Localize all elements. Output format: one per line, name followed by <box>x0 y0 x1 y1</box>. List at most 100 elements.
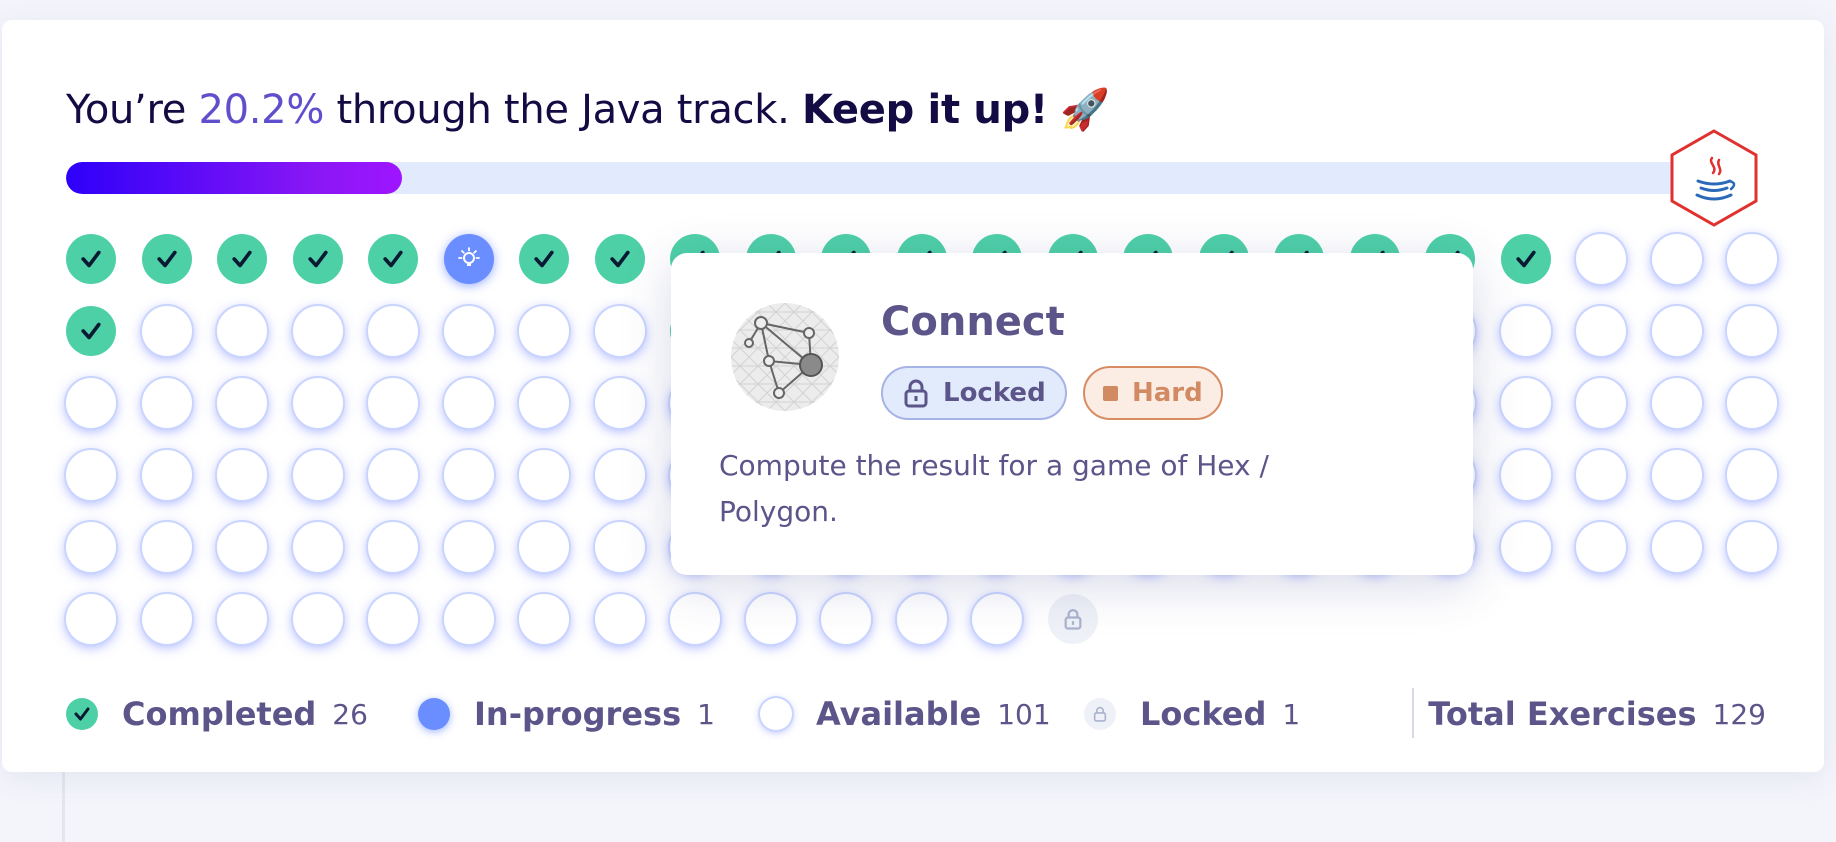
exercise-dot-available[interactable] <box>594 378 645 428</box>
exercise-dot-available[interactable] <box>519 378 569 428</box>
java-track-icon[interactable] <box>1668 128 1760 228</box>
exercise-dot-completed[interactable] <box>594 234 645 284</box>
check-icon <box>307 250 328 268</box>
available-dot-icon <box>760 698 792 730</box>
exercise-dot-completed[interactable] <box>66 306 116 356</box>
exercise-dot-available[interactable] <box>594 594 645 644</box>
legend-locked-count: 1 <box>1282 697 1301 731</box>
exercise-dot-available[interactable] <box>141 450 192 500</box>
exercise-dot-available[interactable] <box>443 306 494 356</box>
exercise-dot-completed[interactable] <box>368 234 418 284</box>
exercise-dot-available[interactable] <box>292 306 343 356</box>
progress-percent: 20.2% <box>198 87 325 133</box>
exercise-dot-available[interactable] <box>217 450 267 500</box>
exercise-dot-available[interactable] <box>1576 234 1626 284</box>
exercise-dot-available[interactable] <box>368 378 418 428</box>
exercise-dot-available[interactable] <box>821 594 871 644</box>
exercise-dot-available[interactable] <box>1651 234 1702 284</box>
exercise-dot-available[interactable] <box>1576 522 1626 572</box>
exercise-dot-available[interactable] <box>217 378 267 428</box>
exercise-dot-available[interactable] <box>1500 450 1551 500</box>
exercise-dot-available[interactable] <box>66 594 116 644</box>
exercise-dot-available[interactable] <box>670 594 720 644</box>
exercise-dot-completed[interactable] <box>519 234 569 284</box>
exercise-dot-available[interactable] <box>443 522 494 572</box>
exercise-dot-available[interactable] <box>217 306 267 356</box>
exercise-dot-available[interactable] <box>519 450 569 500</box>
legend: Completed 26 In-progress 1 Available 101… <box>66 688 1766 740</box>
exercise-dot-available[interactable] <box>1727 450 1777 500</box>
exercise-dot-available[interactable] <box>519 306 569 356</box>
exercise-dot-in-progress[interactable] <box>443 234 494 284</box>
exercise-dot-available[interactable] <box>66 378 116 428</box>
exercise-dot-available[interactable] <box>368 594 418 644</box>
exercise-dot-completed[interactable] <box>141 234 192 284</box>
exercise-dot-completed[interactable] <box>66 234 116 284</box>
exercise-dot-completed[interactable] <box>217 234 267 284</box>
exercise-dot-available[interactable] <box>519 522 569 572</box>
exercise-dot-available[interactable] <box>66 522 116 572</box>
exercise-dot-available[interactable] <box>141 594 192 644</box>
exercise-dot-available[interactable] <box>594 306 645 356</box>
legend-available-label: Available <box>816 695 982 733</box>
exercise-dot-available[interactable] <box>1727 378 1777 428</box>
exercise-dot-available[interactable] <box>141 522 192 572</box>
exercise-dot-available[interactable] <box>141 306 192 356</box>
exercise-dot-available[interactable] <box>1727 522 1777 572</box>
exercise-dot-available[interactable] <box>1576 378 1626 428</box>
locked-tag-label: Locked <box>943 378 1046 408</box>
headline-prefix: You’re <box>66 87 199 133</box>
exercise-dot-available[interactable] <box>1727 234 1777 284</box>
exercise-dot-available[interactable] <box>368 306 418 356</box>
exercise-dot-available[interactable] <box>292 450 343 500</box>
check-icon <box>534 250 554 268</box>
exercise-dot-available[interactable] <box>1576 306 1626 356</box>
exercise-dot-available[interactable] <box>443 594 494 644</box>
exercise-dot-available[interactable] <box>141 378 192 428</box>
exercise-dot-available[interactable] <box>217 594 267 644</box>
exercise-dot-available[interactable] <box>292 522 343 572</box>
exercise-dot-available[interactable] <box>1500 378 1551 428</box>
exercise-title: Connect <box>881 299 1065 345</box>
exercise-dot-available[interactable] <box>1651 378 1702 428</box>
exercise-dot-available[interactable] <box>1651 306 1702 356</box>
check-icon <box>81 322 101 340</box>
exercise-dot-completed[interactable] <box>1500 234 1551 284</box>
exercise-dot-available[interactable] <box>1651 522 1702 572</box>
legend-in-progress-label: In-progress <box>474 695 682 733</box>
exercise-dot-available[interactable] <box>594 450 645 500</box>
exercise-dot-available[interactable] <box>368 450 418 500</box>
legend-in-progress: In-progress 1 <box>418 688 715 740</box>
progress-bar-fill <box>66 162 403 194</box>
legend-in-progress-count: 1 <box>697 697 715 731</box>
exercise-dot-available[interactable] <box>1500 522 1551 572</box>
exercise-dot-available[interactable] <box>745 594 796 644</box>
legend-locked-label: Locked <box>1140 695 1267 733</box>
check-icon <box>81 250 101 268</box>
exercise-dot-locked[interactable] <box>1047 594 1098 644</box>
exercise-dot-completed[interactable] <box>292 234 343 284</box>
exercise-dot-available[interactable] <box>594 522 645 572</box>
legend-available: Available 101 <box>760 688 1051 740</box>
exercise-dot-available[interactable] <box>66 450 116 500</box>
exercise-dot-available[interactable] <box>292 378 343 428</box>
exercise-dot-available[interactable] <box>972 594 1022 644</box>
difficulty-tag: Hard <box>1083 366 1223 420</box>
headline-cheer: Keep it up! <box>801 87 1048 133</box>
exercise-dot-available[interactable] <box>1651 450 1702 500</box>
legend-completed-count: 26 <box>332 697 368 731</box>
exercise-dot-available[interactable] <box>217 522 267 572</box>
headline-middle: through the Java track. <box>324 87 802 133</box>
exercise-dot-available[interactable] <box>1500 306 1551 356</box>
lock-icon <box>1064 609 1081 630</box>
exercise-dot-available[interactable] <box>292 594 343 644</box>
check-icon <box>609 250 630 268</box>
exercise-dot-available[interactable] <box>443 378 494 428</box>
exercise-dot-available[interactable] <box>443 450 494 500</box>
exercise-dot-available[interactable] <box>368 522 418 572</box>
exercise-dot-available[interactable] <box>519 594 569 644</box>
exercise-dot-available[interactable] <box>1727 306 1777 356</box>
exercise-dot-available[interactable] <box>896 594 947 644</box>
check-icon <box>383 250 403 268</box>
exercise-dot-available[interactable] <box>1576 450 1626 500</box>
